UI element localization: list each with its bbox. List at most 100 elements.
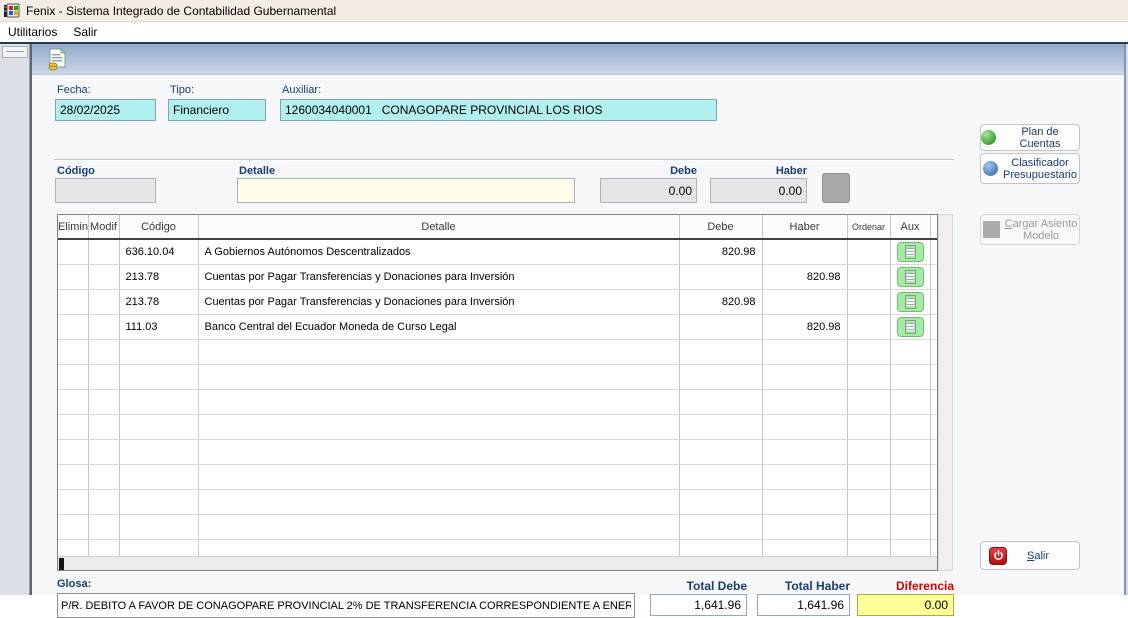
cell-haber: [762, 389, 847, 414]
aux-document-button[interactable]: [897, 292, 924, 312]
plan-de-cuentas-button[interactable]: Plan de Cuentas: [980, 124, 1080, 151]
grid-row[interactable]: 636.10.04A Gobiernos Autónomos Descentra…: [58, 239, 938, 264]
cell-debe: [679, 264, 762, 289]
grid-empty-row[interactable]: [58, 464, 938, 489]
cell-aux: [890, 414, 930, 439]
cell-debe: [679, 414, 762, 439]
cell-haber: [762, 489, 847, 514]
col-debe: Debe: [679, 215, 762, 239]
cell-debe: [679, 439, 762, 464]
clasificador-presupuestario-button[interactable]: ClasificadorPresupuestario: [980, 153, 1080, 184]
cargar-asiento-modelo-button[interactable]: Cargar AsientoModelo: [980, 214, 1080, 245]
col-aux: Aux: [890, 215, 930, 239]
document-lines-icon: [905, 245, 916, 259]
grid-empty-row[interactable]: [58, 514, 938, 539]
cell-modif: [88, 314, 119, 339]
cell-ordenar: [847, 314, 890, 339]
cell-detalle: Cuentas por Pagar Transferencias y Donac…: [198, 289, 679, 314]
grid-vertical-scrollbar[interactable]: [938, 214, 953, 571]
cell-detalle: [198, 339, 679, 364]
cell-elimin: [58, 314, 88, 339]
grid-hscroll-thumb[interactable]: [59, 558, 64, 570]
cell-elimin: [58, 439, 88, 464]
asiento-form-window: Fecha: Tipo: Auxiliar: Código Detalle De…: [30, 44, 1126, 595]
menu-salir[interactable]: Salir: [65, 23, 105, 41]
debe-input[interactable]: [600, 178, 697, 203]
cell-debe: [679, 464, 762, 489]
cell-filler: [930, 289, 938, 314]
cell-debe: [679, 389, 762, 414]
cell-codigo: [119, 464, 198, 489]
grid-horizontal-scrollbar[interactable]: [58, 556, 937, 570]
col-filler: [930, 215, 938, 239]
cell-detalle: [198, 489, 679, 514]
cell-modif: [88, 239, 119, 264]
grid-empty-row[interactable]: [58, 414, 938, 439]
cell-elimin: [58, 414, 88, 439]
grid-empty-row[interactable]: [58, 439, 938, 464]
cell-modif: [88, 464, 119, 489]
cell-elimin: [58, 514, 88, 539]
grid-row[interactable]: 213.78Cuentas por Pagar Transferencias y…: [58, 289, 938, 314]
cell-detalle: [198, 464, 679, 489]
grid-row[interactable]: 213.78Cuentas por Pagar Transferencias y…: [58, 264, 938, 289]
minimized-window-grip[interactable]: [2, 46, 28, 58]
cell-modif: [88, 339, 119, 364]
fecha-input[interactable]: [55, 99, 156, 121]
power-icon: [989, 547, 1007, 565]
total-debe-field: [650, 594, 747, 616]
cell-ordenar: [847, 414, 890, 439]
grid-row[interactable]: 111.03Banco Central del Ecuador Moneda d…: [58, 314, 938, 339]
cell-haber: [762, 364, 847, 389]
cell-debe: [679, 364, 762, 389]
cell-filler: [930, 489, 938, 514]
grid-empty-row[interactable]: [58, 364, 938, 389]
cell-haber: [762, 464, 847, 489]
cell-codigo: 213.78: [119, 289, 198, 314]
cell-debe: [679, 489, 762, 514]
document-lines-icon: [905, 295, 916, 309]
salir-button[interactable]: Salir: [980, 541, 1080, 570]
grid-empty-row[interactable]: [58, 489, 938, 514]
cell-haber: [762, 514, 847, 539]
cell-aux: [890, 439, 930, 464]
cell-modif: [88, 414, 119, 439]
haber-input[interactable]: [710, 178, 807, 203]
aux-document-button[interactable]: [897, 242, 924, 262]
cell-debe: [679, 514, 762, 539]
cargar-label: Cargar AsientoModelo: [1005, 218, 1078, 242]
section-divider: [54, 159, 954, 161]
detalle-input[interactable]: [237, 178, 575, 203]
cell-elimin: [58, 239, 88, 264]
cell-ordenar: [847, 514, 890, 539]
cell-detalle: Cuentas por Pagar Transferencias y Donac…: [198, 264, 679, 289]
cell-filler: [930, 264, 938, 289]
total-haber-label: Total Haber: [757, 579, 850, 593]
tipo-input[interactable]: [168, 99, 266, 121]
cell-elimin: [58, 264, 88, 289]
grid-empty-row[interactable]: [58, 389, 938, 414]
codigo-label: Código: [57, 165, 95, 177]
glosa-input[interactable]: [57, 593, 635, 618]
fecha-label: Fecha:: [57, 84, 91, 96]
cell-debe: 820.98: [679, 289, 762, 314]
grid-empty-row[interactable]: [58, 339, 938, 364]
add-line-button[interactable]: [822, 173, 850, 203]
cell-filler: [930, 239, 938, 264]
cell-modif: [88, 264, 119, 289]
blue-sphere-icon: [983, 161, 998, 176]
codigo-input[interactable]: [55, 178, 156, 203]
auxiliar-input[interactable]: [280, 99, 717, 121]
new-entry-document-icon[interactable]: [46, 48, 68, 72]
cell-modif: [88, 289, 119, 314]
aux-document-button[interactable]: [897, 267, 924, 287]
green-sphere-icon: [981, 130, 996, 145]
cell-aux: [890, 364, 930, 389]
salir-label: Salir: [1027, 550, 1049, 562]
app-icon: [4, 3, 20, 19]
cell-aux: [890, 514, 930, 539]
cell-ordenar: [847, 339, 890, 364]
aux-document-button[interactable]: [897, 317, 924, 337]
menu-utilitarios[interactable]: Utilitarios: [0, 23, 65, 41]
cell-filler: [930, 364, 938, 389]
